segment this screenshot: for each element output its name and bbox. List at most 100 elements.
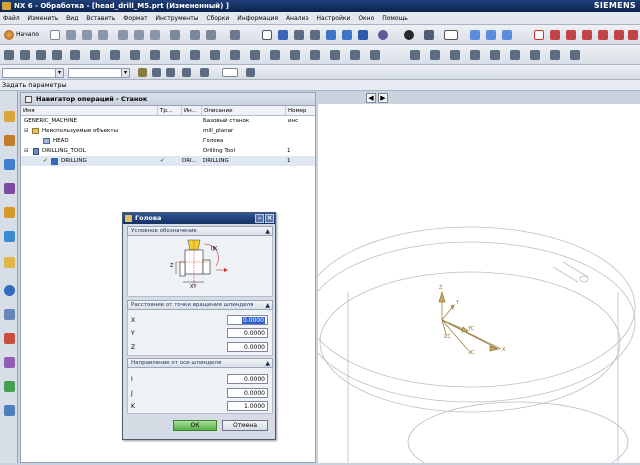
layer-icon[interactable] <box>246 68 255 77</box>
zoom-icon[interactable] <box>278 30 288 40</box>
x-field[interactable]: 0.0000 <box>227 315 268 325</box>
cancel-button[interactable]: Отмена <box>222 420 268 431</box>
collapse-section-icon[interactable]: ▲ <box>265 359 270 368</box>
transform-icon[interactable] <box>310 50 320 60</box>
snap-point-icon[interactable] <box>550 30 560 40</box>
delete-icon[interactable] <box>170 30 180 40</box>
geometry-view-icon[interactable] <box>130 50 140 60</box>
select-all-icon[interactable] <box>152 68 161 77</box>
part-navigator-icon[interactable] <box>4 159 15 170</box>
collapse-section-icon[interactable]: ▲ <box>265 301 270 310</box>
print-icon[interactable] <box>98 30 108 40</box>
holder-icon[interactable] <box>430 50 440 60</box>
open-icon[interactable] <box>66 30 76 40</box>
menu-view[interactable]: Вид <box>66 15 78 22</box>
program-view-icon[interactable] <box>90 50 100 60</box>
menu-assemblies[interactable]: Сборки <box>206 15 229 22</box>
replay-icon[interactable] <box>190 50 200 60</box>
process-studio-icon[interactable] <box>4 333 15 344</box>
section-symbol[interactable]: Условное обозначение ▲ <box>127 226 273 236</box>
system-scenes-icon[interactable] <box>4 381 15 392</box>
orient-view-icon[interactable] <box>342 30 352 40</box>
collapse-left-icon[interactable]: ◀ <box>366 93 376 103</box>
postprocess-icon[interactable] <box>250 50 260 60</box>
assembly-navigator-icon[interactable] <box>4 111 15 122</box>
machine-view-icon[interactable] <box>110 50 120 60</box>
copy-icon[interactable] <box>134 30 144 40</box>
start-button-label[interactable]: Начало <box>16 31 39 38</box>
kinematics-icon[interactable] <box>490 50 500 60</box>
create-program-icon[interactable] <box>4 50 14 60</box>
expand-icon[interactable]: ⊟ <box>24 146 29 156</box>
menu-insert[interactable]: Вставить <box>86 15 115 22</box>
menu-tools[interactable]: Инструменты <box>156 15 199 22</box>
menu-file[interactable]: Файл <box>3 15 20 22</box>
cut-region-icon[interactable] <box>450 50 460 60</box>
method-view-icon[interactable] <box>150 50 160 60</box>
paste-icon[interactable] <box>150 30 160 40</box>
snap-intersection-icon[interactable] <box>628 30 638 40</box>
section-distance[interactable]: Расстояние от точки вращения шпинделя ▲ <box>127 300 273 310</box>
snap-toggle-icon[interactable] <box>182 68 191 77</box>
color-icon[interactable] <box>424 30 434 40</box>
snap-end-icon[interactable] <box>566 30 576 40</box>
command-finder-icon[interactable] <box>230 30 240 40</box>
j-field[interactable]: 0.0000 <box>227 388 268 398</box>
graphics-window[interactable]: Z X Y YC ZC XC <box>304 92 640 465</box>
create-operation-icon[interactable] <box>70 50 80 60</box>
expand-icon[interactable]: ⊟ <box>24 126 29 136</box>
menu-help[interactable]: Помощь <box>382 15 408 22</box>
pan-icon[interactable] <box>310 30 320 40</box>
turret-icon[interactable] <box>530 50 540 60</box>
menu-edit[interactable]: Изменить <box>28 15 59 22</box>
i-field[interactable]: 0.0000 <box>227 374 268 384</box>
table-row[interactable]: ✔ DRILLING ✔ DRI... DRILLING 1 <box>21 156 315 166</box>
layer-combo-icon[interactable] <box>222 68 238 77</box>
collapse-section-icon[interactable]: ▲ <box>265 227 270 236</box>
y-field[interactable]: 0.0000 <box>227 328 268 338</box>
ok-button[interactable]: ОК <box>173 420 217 431</box>
close-icon[interactable]: × <box>265 214 274 223</box>
path-icon[interactable] <box>350 50 360 60</box>
history-icon[interactable] <box>4 285 15 296</box>
table-row[interactable]: HEAD Голова <box>21 136 315 146</box>
tool-edit-icon[interactable] <box>410 50 420 60</box>
roles-icon[interactable] <box>4 357 15 368</box>
menu-format[interactable]: Формат <box>123 15 147 22</box>
head-icon[interactable] <box>510 50 520 60</box>
machine-tool-icon[interactable] <box>470 50 480 60</box>
filter-combo[interactable]: ▾ <box>2 68 64 78</box>
z-field[interactable]: 0.0000 <box>227 342 268 352</box>
verify-icon[interactable] <box>210 50 220 60</box>
fit-icon[interactable] <box>262 30 272 40</box>
start-icon[interactable] <box>4 30 14 40</box>
wcs-origin-icon[interactable] <box>486 30 496 40</box>
wcs-dynamic-icon[interactable] <box>502 30 512 40</box>
render-style-icon[interactable] <box>378 30 388 40</box>
redo-icon[interactable] <box>206 30 216 40</box>
column-tool[interactable]: Ин... <box>181 106 201 116</box>
rotate-icon[interactable] <box>326 30 336 40</box>
save-icon[interactable] <box>82 30 92 40</box>
scope-combo[interactable]: ▾ <box>68 68 130 78</box>
snap-quadrant-icon[interactable] <box>614 30 624 40</box>
snap-center-icon[interactable] <box>598 30 608 40</box>
perspective-icon[interactable] <box>358 30 368 40</box>
feed-speed-icon[interactable] <box>290 50 300 60</box>
background-icon[interactable] <box>444 30 458 40</box>
simulate-icon[interactable] <box>230 50 240 60</box>
wcs-icon[interactable] <box>470 30 480 40</box>
box-select-icon[interactable] <box>200 68 209 77</box>
menu-analysis[interactable]: Анализ <box>286 15 309 22</box>
deselect-icon[interactable] <box>166 68 175 77</box>
create-geometry-icon[interactable] <box>36 50 46 60</box>
filter-icon[interactable] <box>138 68 147 77</box>
minimize-icon[interactable]: – <box>255 214 264 223</box>
shading-icon[interactable] <box>404 30 414 40</box>
column-name[interactable]: Имя <box>21 106 157 116</box>
snap-mid-icon[interactable] <box>582 30 592 40</box>
new-icon[interactable] <box>50 30 60 40</box>
pin-icon[interactable] <box>25 96 32 103</box>
menu-window[interactable]: Окно <box>358 15 374 22</box>
generate-icon[interactable] <box>170 50 180 60</box>
